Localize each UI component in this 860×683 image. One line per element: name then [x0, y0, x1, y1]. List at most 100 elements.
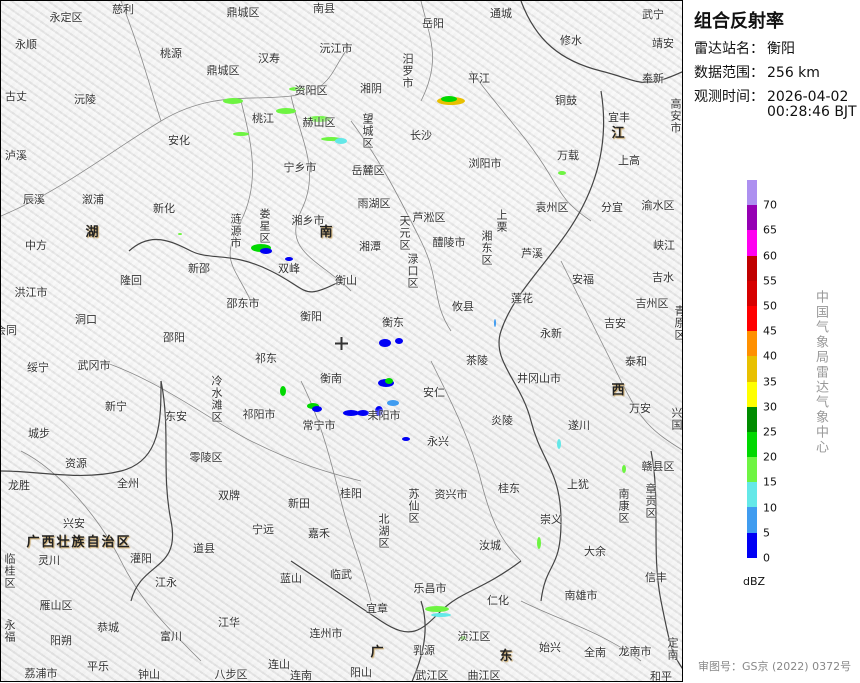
- place-label: 湘东区: [480, 230, 493, 266]
- place-label: 桂阳: [340, 487, 362, 500]
- place-label: 龙南市: [618, 645, 652, 658]
- place-label: 会同: [1, 324, 17, 337]
- place-label: 全州: [117, 477, 139, 490]
- place-label: 南雄市: [564, 589, 598, 602]
- place-label: 奉新: [642, 72, 664, 85]
- station-label: 雷达站名：: [694, 41, 764, 57]
- place-label: 泸溪: [5, 149, 27, 162]
- place-label: 沅陵: [74, 93, 96, 106]
- echo-blob: [385, 378, 393, 384]
- place-label: 资源: [65, 457, 87, 470]
- colorbar-unit: dBZ: [743, 575, 766, 588]
- place-label: 兴国: [670, 407, 683, 431]
- place-label: 富川: [160, 630, 182, 643]
- place-label: 桃源: [160, 47, 182, 60]
- place-label: 鼎城区: [226, 6, 260, 19]
- place-label: 连州市: [309, 627, 343, 640]
- place-label: 浈江区: [457, 630, 491, 643]
- place-label: 定南: [666, 637, 679, 661]
- place-label: 高安市: [669, 98, 682, 134]
- place-label: 始兴: [539, 641, 561, 654]
- colorbar-segment: [747, 280, 757, 306]
- place-label: 洞口: [75, 313, 97, 326]
- place-label: 茶陵: [466, 354, 488, 367]
- place-label: 永福: [3, 619, 16, 643]
- place-label: 恭城: [97, 621, 119, 634]
- place-label: 雨湖区: [357, 197, 391, 210]
- time-row: 观测时间： 2026-04-02: [694, 86, 848, 106]
- place-label: 上犹: [567, 478, 589, 491]
- place-label: 衡南: [320, 372, 342, 385]
- place-label: 资兴市: [434, 488, 468, 501]
- place-label: 祁东: [255, 352, 277, 365]
- echo-blob: [387, 400, 399, 406]
- echo-blob: [343, 410, 359, 416]
- place-label: 娄星区: [258, 208, 271, 244]
- place-label: 湘潭: [359, 240, 381, 253]
- place-label: 永定区: [49, 11, 83, 24]
- place-label: 武宁: [642, 8, 664, 21]
- place-label: 东安: [165, 410, 187, 423]
- colorbar-segment: [747, 457, 757, 483]
- place-label: 阳朔: [50, 634, 72, 647]
- place-label: 青原区: [673, 305, 683, 341]
- place-label: 溆浦: [82, 193, 104, 206]
- place-label: 修水: [560, 34, 582, 47]
- place-label: 崇义: [540, 513, 562, 526]
- echo-blob: [233, 132, 249, 136]
- province-label: 西: [611, 383, 625, 398]
- colorbar-segment: [747, 205, 757, 231]
- place-label: 和平: [650, 670, 672, 682]
- place-label: 泰和: [625, 355, 647, 368]
- echo-blob: [312, 406, 322, 412]
- place-label: 隆回: [120, 274, 142, 287]
- place-label: 南康区: [617, 488, 630, 524]
- place-label: 赫山区: [302, 116, 336, 129]
- colorbar-tick-label: 55: [763, 274, 777, 288]
- province-label: 广西壮族自治区: [26, 535, 132, 550]
- place-label: 遂川: [568, 419, 590, 432]
- echo-blob: [494, 319, 496, 327]
- place-label: 江永: [155, 576, 177, 589]
- station-row: 雷达站名： 衡阳: [694, 38, 795, 58]
- place-label: 灵川: [38, 554, 60, 567]
- place-label: 江华: [218, 616, 240, 629]
- place-label: 吉安: [604, 317, 626, 330]
- place-label: 桂东: [498, 482, 520, 495]
- echo-blob: [557, 439, 561, 449]
- place-label: 浏阳市: [468, 157, 502, 170]
- province-label: 江: [611, 126, 625, 141]
- echo-blob: [285, 257, 293, 261]
- place-label: 上栗: [495, 209, 508, 233]
- colorbar-segment: [747, 331, 757, 357]
- echo-blob: [260, 248, 272, 254]
- colorbar-segment: [747, 255, 757, 281]
- place-label: 武冈市: [77, 359, 111, 372]
- organization-name: 中国气象局雷达气象中心: [813, 290, 828, 455]
- place-label: 城步: [28, 427, 50, 440]
- colorbar-tick-label: 20: [763, 450, 777, 464]
- place-label: 龙胜: [8, 479, 30, 492]
- place-label: 连山: [268, 658, 290, 671]
- place-label: 醴陵市: [432, 236, 466, 249]
- echo-blob: [537, 537, 541, 549]
- place-label: 嘉禾: [308, 527, 330, 540]
- colorbar-tick-label: 45: [763, 324, 777, 338]
- place-label: 荔浦市: [24, 667, 58, 680]
- radar-map[interactable]: 永定区 慈利 鼎城区 南县 岳阳 通城 武宁 永顺 桃源 汉寿 沅江市 修水 靖安 鼎城区 汨罗市 湘阴 平江奉…: [0, 0, 683, 682]
- place-label: 曲江区: [467, 669, 501, 682]
- place-label: 八步区: [214, 668, 248, 681]
- place-label: 钟山: [138, 668, 160, 681]
- echo-blob: [425, 606, 449, 612]
- place-label: 衡东: [382, 316, 404, 329]
- echo-blob: [276, 108, 296, 114]
- colorbar-segment: [747, 507, 757, 533]
- colorbar-segment: [747, 532, 757, 558]
- radar-station-crosshair-icon: [335, 337, 348, 350]
- place-label: 蓝山: [280, 572, 302, 585]
- info-panel: 组合反射率 雷达站名： 衡阳 数据范围： 256 km 观测时间： 2026-04-0…: [684, 0, 860, 683]
- place-label: 宁远: [252, 523, 274, 536]
- place-label: 汨罗市: [401, 53, 414, 89]
- place-label: 平乐: [87, 660, 109, 673]
- place-label: 全南: [584, 646, 606, 659]
